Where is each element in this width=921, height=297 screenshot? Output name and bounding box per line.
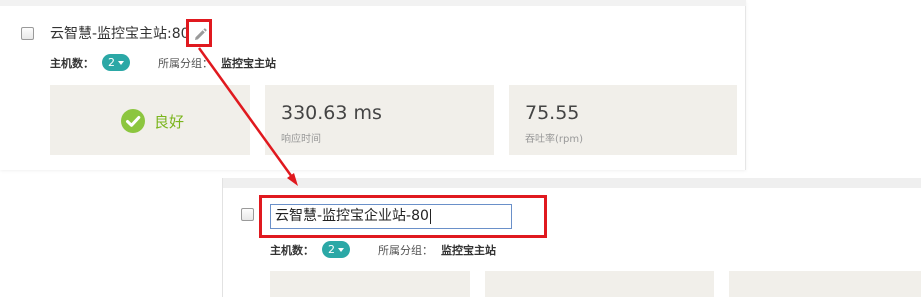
annotation-arrow [197,47,298,186]
